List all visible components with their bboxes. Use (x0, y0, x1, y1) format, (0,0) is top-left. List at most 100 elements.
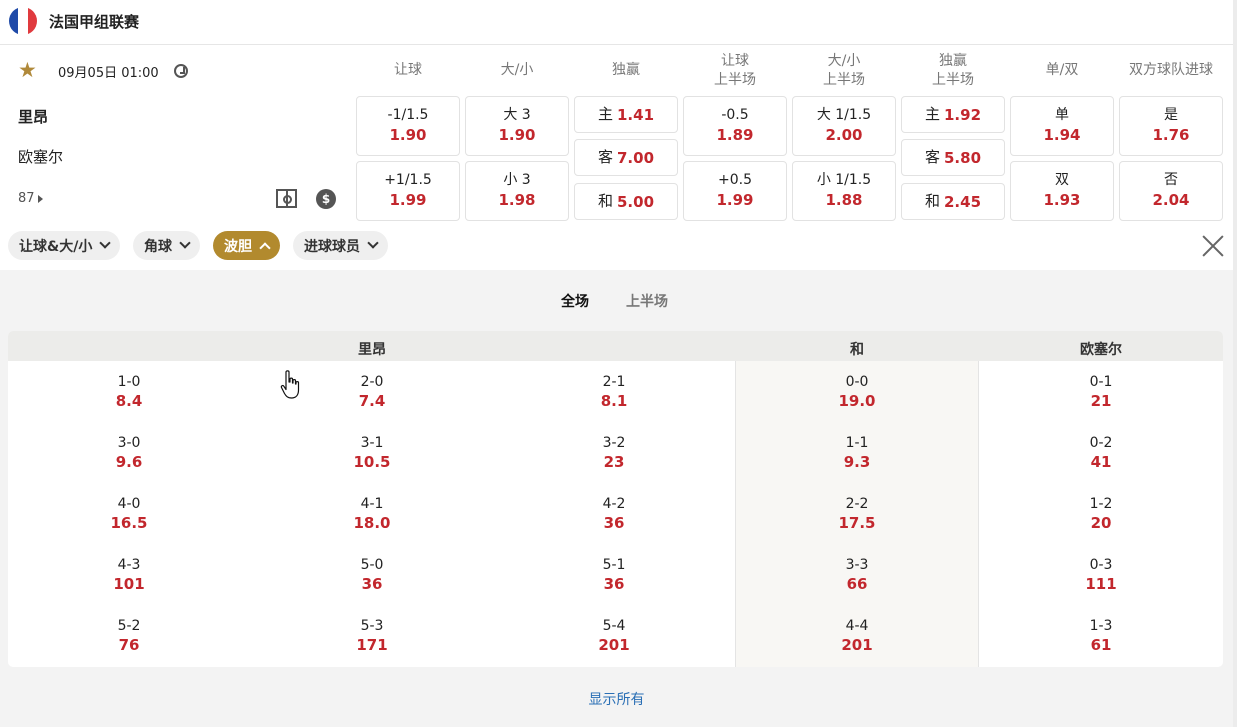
score-label: 1-2 (1089, 496, 1113, 512)
score-cell-home[interactable]: 1-0 8.4 (69, 373, 189, 411)
filter-chip-handicap-ou[interactable]: 让球&大/小 (8, 231, 121, 260)
score-label: 2-1 (602, 374, 626, 390)
score-odds: 66 (846, 575, 868, 593)
score-label: 3-2 (602, 435, 626, 451)
score-cell-draw[interactable]: 1-1 9.3 (797, 434, 917, 472)
correct-score-header: 里昂 和 欧塞尔 (8, 331, 1223, 361)
more-markets-link[interactable]: 87 (18, 191, 43, 206)
score-label: 1-1 (845, 435, 869, 451)
league-name: 法国甲组联赛 (49, 13, 140, 31)
odds-cell-under-1h[interactable]: 小 1/1.5 1.88 (792, 161, 896, 221)
score-odds: 61 (1090, 636, 1112, 654)
score-cell-home[interactable]: 5-3 171 (312, 617, 432, 655)
filter-chip-goalscorer[interactable]: 进球球员 (293, 231, 388, 260)
score-odds: 8.4 (115, 392, 143, 410)
score-cell-draw[interactable]: 0-0 19.0 (797, 373, 917, 411)
chevron-up-icon (259, 242, 271, 254)
score-cell-draw[interactable]: 2-2 17.5 (797, 495, 917, 533)
score-odds: 36 (603, 575, 625, 593)
filter-chip-corners[interactable]: 角球 (133, 231, 200, 260)
score-label: 2-0 (360, 374, 384, 390)
tab-full-time[interactable]: 全场 (561, 291, 589, 311)
score-odds: 18.0 (353, 514, 391, 532)
score-label: 5-0 (360, 557, 384, 573)
scrollbar[interactable] (1233, 0, 1237, 727)
score-cell-home[interactable]: 5-4 201 (554, 617, 674, 655)
market-header-overunder-1h: 大/小 上半场 (823, 53, 865, 88)
chevron-down-icon (179, 237, 191, 249)
odds-cell-btts-no[interactable]: 否 2.04 (1119, 161, 1223, 221)
odds-cell-handicap-1h-away[interactable]: +0.5 1.99 (683, 161, 787, 221)
odds-cell-under[interactable]: 小 3 1.98 (465, 161, 569, 221)
score-cell-home[interactable]: 2-1 8.1 (554, 373, 674, 411)
score-cell-home[interactable]: 4-1 18.0 (312, 495, 432, 533)
close-icon[interactable] (1201, 234, 1225, 258)
cashout-icon[interactable]: $ (316, 189, 336, 209)
correct-score-grid: 里昂 和 欧塞尔 1-0 8.4 2-0 7.4 2-1 8.1 3-0 9.6 3-1 10.5… (8, 331, 1223, 667)
filter-chip-correct-score[interactable]: 波胆 (213, 231, 280, 260)
score-odds: 20 (1090, 514, 1112, 532)
score-label: 5-1 (602, 557, 626, 573)
score-odds: 21 (1090, 392, 1112, 410)
score-cell-home[interactable]: 4-0 16.5 (69, 495, 189, 533)
score-odds: 8.1 (600, 392, 628, 410)
score-cell-home[interactable]: 4-3 101 (69, 556, 189, 594)
score-odds: 76 (118, 636, 140, 654)
score-odds: 23 (603, 453, 625, 471)
score-cell-draw[interactable]: 4-4 201 (797, 617, 917, 655)
chevron-down-icon (367, 237, 379, 249)
score-odds: 9.6 (115, 453, 143, 471)
score-odds: 171 (356, 636, 388, 654)
score-cell-away[interactable]: 1-3 61 (1041, 617, 1161, 655)
market-header-handicap-1h: 让球 上半场 (714, 53, 756, 88)
score-cell-away[interactable]: 0-1 21 (1041, 373, 1161, 411)
score-cell-home[interactable]: 2-0 7.4 (312, 373, 432, 411)
score-cell-home[interactable]: 3-1 10.5 (312, 434, 432, 472)
pitch-icon[interactable] (276, 189, 297, 208)
odds-cell-handicap-away[interactable]: +1/1.5 1.99 (356, 161, 460, 221)
score-cell-home[interactable]: 5-0 36 (312, 556, 432, 594)
show-all-link[interactable]: 显示所有 (0, 689, 1233, 709)
favorite-star-icon[interactable]: ★ (18, 60, 38, 81)
tab-first-half[interactable]: 上半场 (626, 291, 668, 311)
score-cell-away[interactable]: 1-2 20 (1041, 495, 1161, 533)
score-label: 0-2 (1089, 435, 1113, 451)
odds-cell-even[interactable]: 双 1.93 (1010, 161, 1114, 221)
score-odds: 19.0 (838, 392, 876, 410)
odds-cell-moneyline-draw[interactable]: 和 5.00 (574, 183, 678, 220)
odds-cell-moneyline-away[interactable]: 客 7.00 (574, 139, 678, 176)
match-card: 法国甲组联赛 ★ 09月05日 01:00 里昂 欧塞尔 87 $ 让球 大/小… (0, 0, 1233, 270)
score-cell-away[interactable]: 0-2 41 (1041, 434, 1161, 472)
odds-cell-handicap-home[interactable]: -1/1.5 1.90 (356, 96, 460, 156)
score-odds: 201 (841, 636, 873, 654)
score-cell-draw[interactable]: 3-3 66 (797, 556, 917, 594)
odds-cell-moneyline-home[interactable]: 主 1.41 (574, 96, 678, 133)
odds-cell-handicap-1h-home[interactable]: -0.5 1.89 (683, 96, 787, 156)
odds-cell-moneyline-1h-home[interactable]: 主 1.92 (901, 96, 1005, 133)
score-label: 4-1 (360, 496, 384, 512)
away-team: 欧塞尔 (18, 148, 64, 166)
odds-cell-over[interactable]: 大 3 1.90 (465, 96, 569, 156)
score-odds: 9.3 (843, 453, 871, 471)
odds-cell-over-1h[interactable]: 大 1/1.5 2.00 (792, 96, 896, 156)
score-label: 3-1 (360, 435, 384, 451)
score-cell-home[interactable]: 5-1 36 (554, 556, 674, 594)
score-cell-home[interactable]: 4-2 36 (554, 495, 674, 533)
score-cell-home[interactable]: 3-2 23 (554, 434, 674, 472)
header-away: 欧塞尔 (1080, 342, 1122, 358)
home-team: 里昂 (18, 108, 49, 126)
market-header-overunder: 大/小 (500, 62, 534, 78)
market-header-btts: 双方球队进球 (1129, 62, 1213, 78)
score-cell-home[interactable]: 5-2 76 (69, 617, 189, 655)
chevron-down-icon (99, 237, 111, 249)
header-home: 里昂 (358, 342, 386, 358)
odds-cell-moneyline-1h-draw[interactable]: 和 2.45 (901, 183, 1005, 220)
score-label: 0-0 (845, 374, 869, 390)
score-cell-away[interactable]: 0-3 111 (1041, 556, 1161, 594)
odds-cell-odd[interactable]: 单 1.94 (1010, 96, 1114, 156)
odds-cell-btts-yes[interactable]: 是 1.76 (1119, 96, 1223, 156)
score-odds: 10.5 (353, 453, 391, 471)
odds-cell-moneyline-1h-away[interactable]: 客 5.80 (901, 139, 1005, 176)
market-header-oddeven: 单/双 (1045, 62, 1079, 78)
score-cell-home[interactable]: 3-0 9.6 (69, 434, 189, 472)
